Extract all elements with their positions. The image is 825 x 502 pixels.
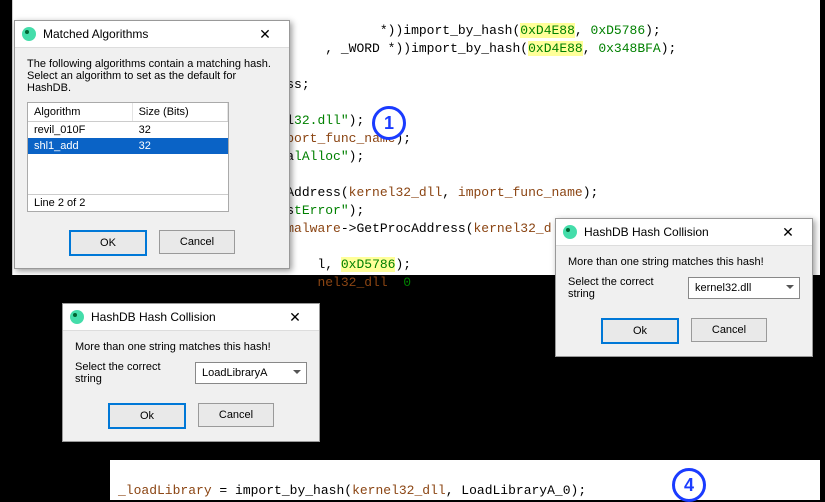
ok-button[interactable]: OK (69, 230, 147, 256)
table-row[interactable]: shl1_add 32 (28, 138, 228, 154)
app-icon (562, 224, 578, 240)
cancel-button[interactable]: Cancel (159, 230, 235, 254)
close-icon[interactable]: ✕ (770, 224, 806, 241)
step-marker-4: 4 (672, 468, 706, 502)
cancel-button[interactable]: Cancel (198, 403, 274, 427)
table-row[interactable]: revil_010F 32 (28, 122, 228, 138)
app-icon (21, 26, 37, 42)
code-panel-bottom: _loadLibrary = import_by_hash(kernel32_d… (110, 460, 820, 500)
hash-arg: 0xD4E88 (520, 23, 575, 38)
select-label: Select the correct string (568, 276, 678, 300)
dialog-message: Select an algorithm to set as the defaul… (27, 70, 277, 94)
col-header-size[interactable]: Size (Bits) (133, 103, 228, 121)
select-label: Select the correct string (75, 361, 185, 385)
dialog-message: More than one string matches this hash! (75, 341, 307, 353)
table-footer: Line 2 of 2 (28, 194, 228, 211)
hash-arg: 0xD4E88 (528, 41, 583, 56)
ok-button[interactable]: Ok (108, 403, 186, 429)
dialog-title: HashDB Hash Collision (91, 310, 277, 324)
cancel-button[interactable]: Cancel (691, 318, 767, 342)
close-icon[interactable]: ✕ (277, 309, 313, 326)
ok-button[interactable]: Ok (601, 318, 679, 344)
dialog-message: The following algorithms contain a match… (27, 58, 277, 70)
matched-algorithms-dialog: Matched Algorithms ✕ The following algor… (14, 20, 290, 269)
dialog-title: HashDB Hash Collision (584, 225, 770, 239)
string-select[interactable]: LoadLibraryA (195, 362, 307, 384)
string-select[interactable]: kernel32.dll (688, 277, 800, 299)
hash-collision-dialog-3: HashDB Hash Collision ✕ More than one st… (62, 303, 320, 442)
step-marker-1: 1 (372, 106, 406, 140)
app-icon (69, 309, 85, 325)
hash-collision-dialog-2: HashDB Hash Collision ✕ More than one st… (555, 218, 813, 357)
dialog-message: More than one string matches this hash! (568, 256, 800, 268)
algorithm-table[interactable]: Algorithm Size (Bits) revil_010F 32 shl1… (27, 102, 229, 212)
col-header-algorithm[interactable]: Algorithm (28, 103, 133, 121)
dialog-title: Matched Algorithms (43, 27, 247, 41)
close-icon[interactable]: ✕ (247, 26, 283, 43)
